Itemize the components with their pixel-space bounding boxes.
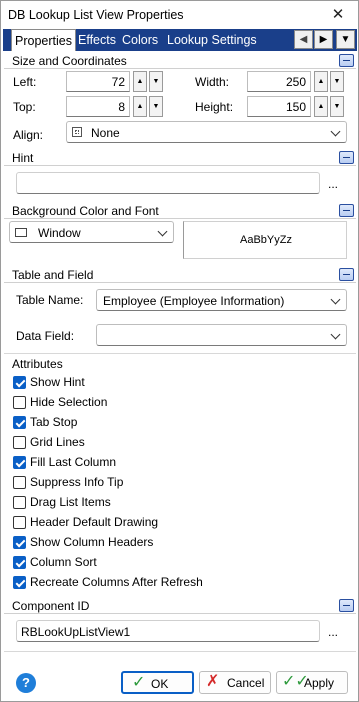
- font-preview-text: AaBbYyZz: [240, 234, 292, 246]
- chevron-down-icon: [330, 294, 341, 305]
- collapse-section-icon[interactable]: [339, 54, 354, 67]
- background-color-dropdown[interactable]: Window: [9, 221, 174, 243]
- tab-colors[interactable]: Colors: [119, 31, 161, 51]
- tab-scroll-left-icon[interactable]: ◀: [294, 30, 313, 49]
- left-field[interactable]: 72: [66, 71, 130, 92]
- attributes-title: Attributes: [12, 357, 63, 371]
- component-id-ellipsis-button[interactable]: ...: [328, 625, 338, 639]
- width-field[interactable]: 250: [247, 71, 311, 92]
- width-spin-up-icon[interactable]: ▲: [314, 71, 328, 92]
- x-icon: ✗: [206, 673, 220, 690]
- properties-dialog: DB Lookup List View Properties ✕ Propert…: [0, 0, 359, 702]
- background-color-value: Window: [38, 226, 81, 240]
- align-dropdown[interactable]: None: [66, 121, 347, 143]
- divider: [4, 651, 356, 652]
- divider: [4, 353, 356, 354]
- table-name-value: Employee (Employee Information): [103, 294, 285, 308]
- section-title: Table and Field: [12, 268, 94, 282]
- top-spin-down-icon[interactable]: ▼: [149, 96, 163, 117]
- checkbox-icon: [13, 516, 26, 529]
- font-preview-button[interactable]: AaBbYyZz: [183, 221, 347, 259]
- checkbox-icon: [13, 576, 26, 589]
- tab-effects[interactable]: Effects: [75, 31, 119, 51]
- checkbox-icon: [13, 496, 26, 509]
- checkbox-icon: [13, 456, 26, 469]
- collapse-section-icon[interactable]: [339, 151, 354, 164]
- checkbox-icon: [13, 536, 26, 549]
- close-icon[interactable]: ✕: [328, 5, 348, 25]
- left-spin-down-icon[interactable]: ▼: [149, 71, 163, 92]
- checkbox-icon: [13, 416, 26, 429]
- section-background: Background Color and Font: [4, 203, 356, 219]
- help-icon[interactable]: ?: [16, 673, 36, 693]
- chevron-down-icon: [157, 226, 168, 237]
- tab-strip: Properties Effects Colors Lookup Setting…: [3, 29, 357, 51]
- section-title: Size and Coordinates: [12, 54, 127, 68]
- width-label: Width:: [195, 75, 230, 89]
- tab-list-dropdown-icon[interactable]: ▼: [336, 30, 355, 49]
- color-swatch: [15, 228, 27, 237]
- title-bar: DB Lookup List View Properties ✕: [1, 1, 358, 30]
- top-field[interactable]: 8: [66, 96, 130, 117]
- window-title: DB Lookup List View Properties: [8, 8, 184, 22]
- height-spin-down-icon[interactable]: ▼: [330, 96, 344, 117]
- left-spin-up-icon[interactable]: ▲: [133, 71, 147, 92]
- chevron-down-icon: [330, 126, 341, 137]
- apply-button[interactable]: ✓✓ Apply: [276, 671, 348, 694]
- top-label: Top:: [13, 100, 36, 114]
- height-field[interactable]: 150: [247, 96, 311, 117]
- section-title: Background Color and Font: [12, 204, 159, 218]
- tab-lookup-settings[interactable]: Lookup Settings: [164, 31, 260, 51]
- section-title: Hint: [12, 151, 34, 165]
- table-name-label: Table Name:: [16, 293, 84, 307]
- data-field-label: Data Field:: [16, 329, 75, 343]
- section-table-field: Table and Field: [4, 267, 356, 283]
- checkbox-icon: [13, 396, 26, 409]
- tab-properties[interactable]: Properties: [11, 29, 76, 51]
- cancel-button[interactable]: ✗ Cancel: [199, 671, 271, 694]
- check-icon: ✓: [132, 674, 146, 691]
- checkbox-icon: [13, 436, 26, 449]
- data-field-dropdown[interactable]: [96, 324, 347, 346]
- align-label: Align:: [13, 128, 44, 142]
- component-id-input[interactable]: RBLookUpListView1: [16, 620, 320, 642]
- align-none-icon: [72, 127, 82, 137]
- hint-input[interactable]: [16, 172, 320, 194]
- collapse-section-icon[interactable]: [339, 599, 354, 612]
- collapse-section-icon[interactable]: [339, 204, 354, 217]
- checkbox-icon: [13, 476, 26, 489]
- left-label: Left:: [13, 75, 37, 89]
- section-component-id: Component ID: [4, 598, 356, 614]
- top-spin-up-icon[interactable]: ▲: [133, 96, 147, 117]
- align-value: None: [91, 126, 120, 140]
- checkbox-icon: [13, 376, 26, 389]
- tab-scroll-right-icon[interactable]: ▶: [314, 30, 333, 49]
- height-label: Height:: [195, 100, 234, 114]
- section-size-coordinates: Size and Coordinates: [4, 53, 356, 69]
- ok-button[interactable]: ✓ OK: [121, 671, 194, 694]
- collapse-section-icon[interactable]: [339, 268, 354, 281]
- section-hint: Hint: [4, 150, 356, 166]
- chevron-down-icon: [330, 329, 341, 340]
- width-spin-down-icon[interactable]: ▼: [330, 71, 344, 92]
- table-name-dropdown[interactable]: Employee (Employee Information): [96, 289, 347, 311]
- height-spin-up-icon[interactable]: ▲: [314, 96, 328, 117]
- section-title: Component ID: [12, 599, 90, 613]
- hint-ellipsis-button[interactable]: ...: [328, 177, 338, 191]
- checkbox-icon: [13, 556, 26, 569]
